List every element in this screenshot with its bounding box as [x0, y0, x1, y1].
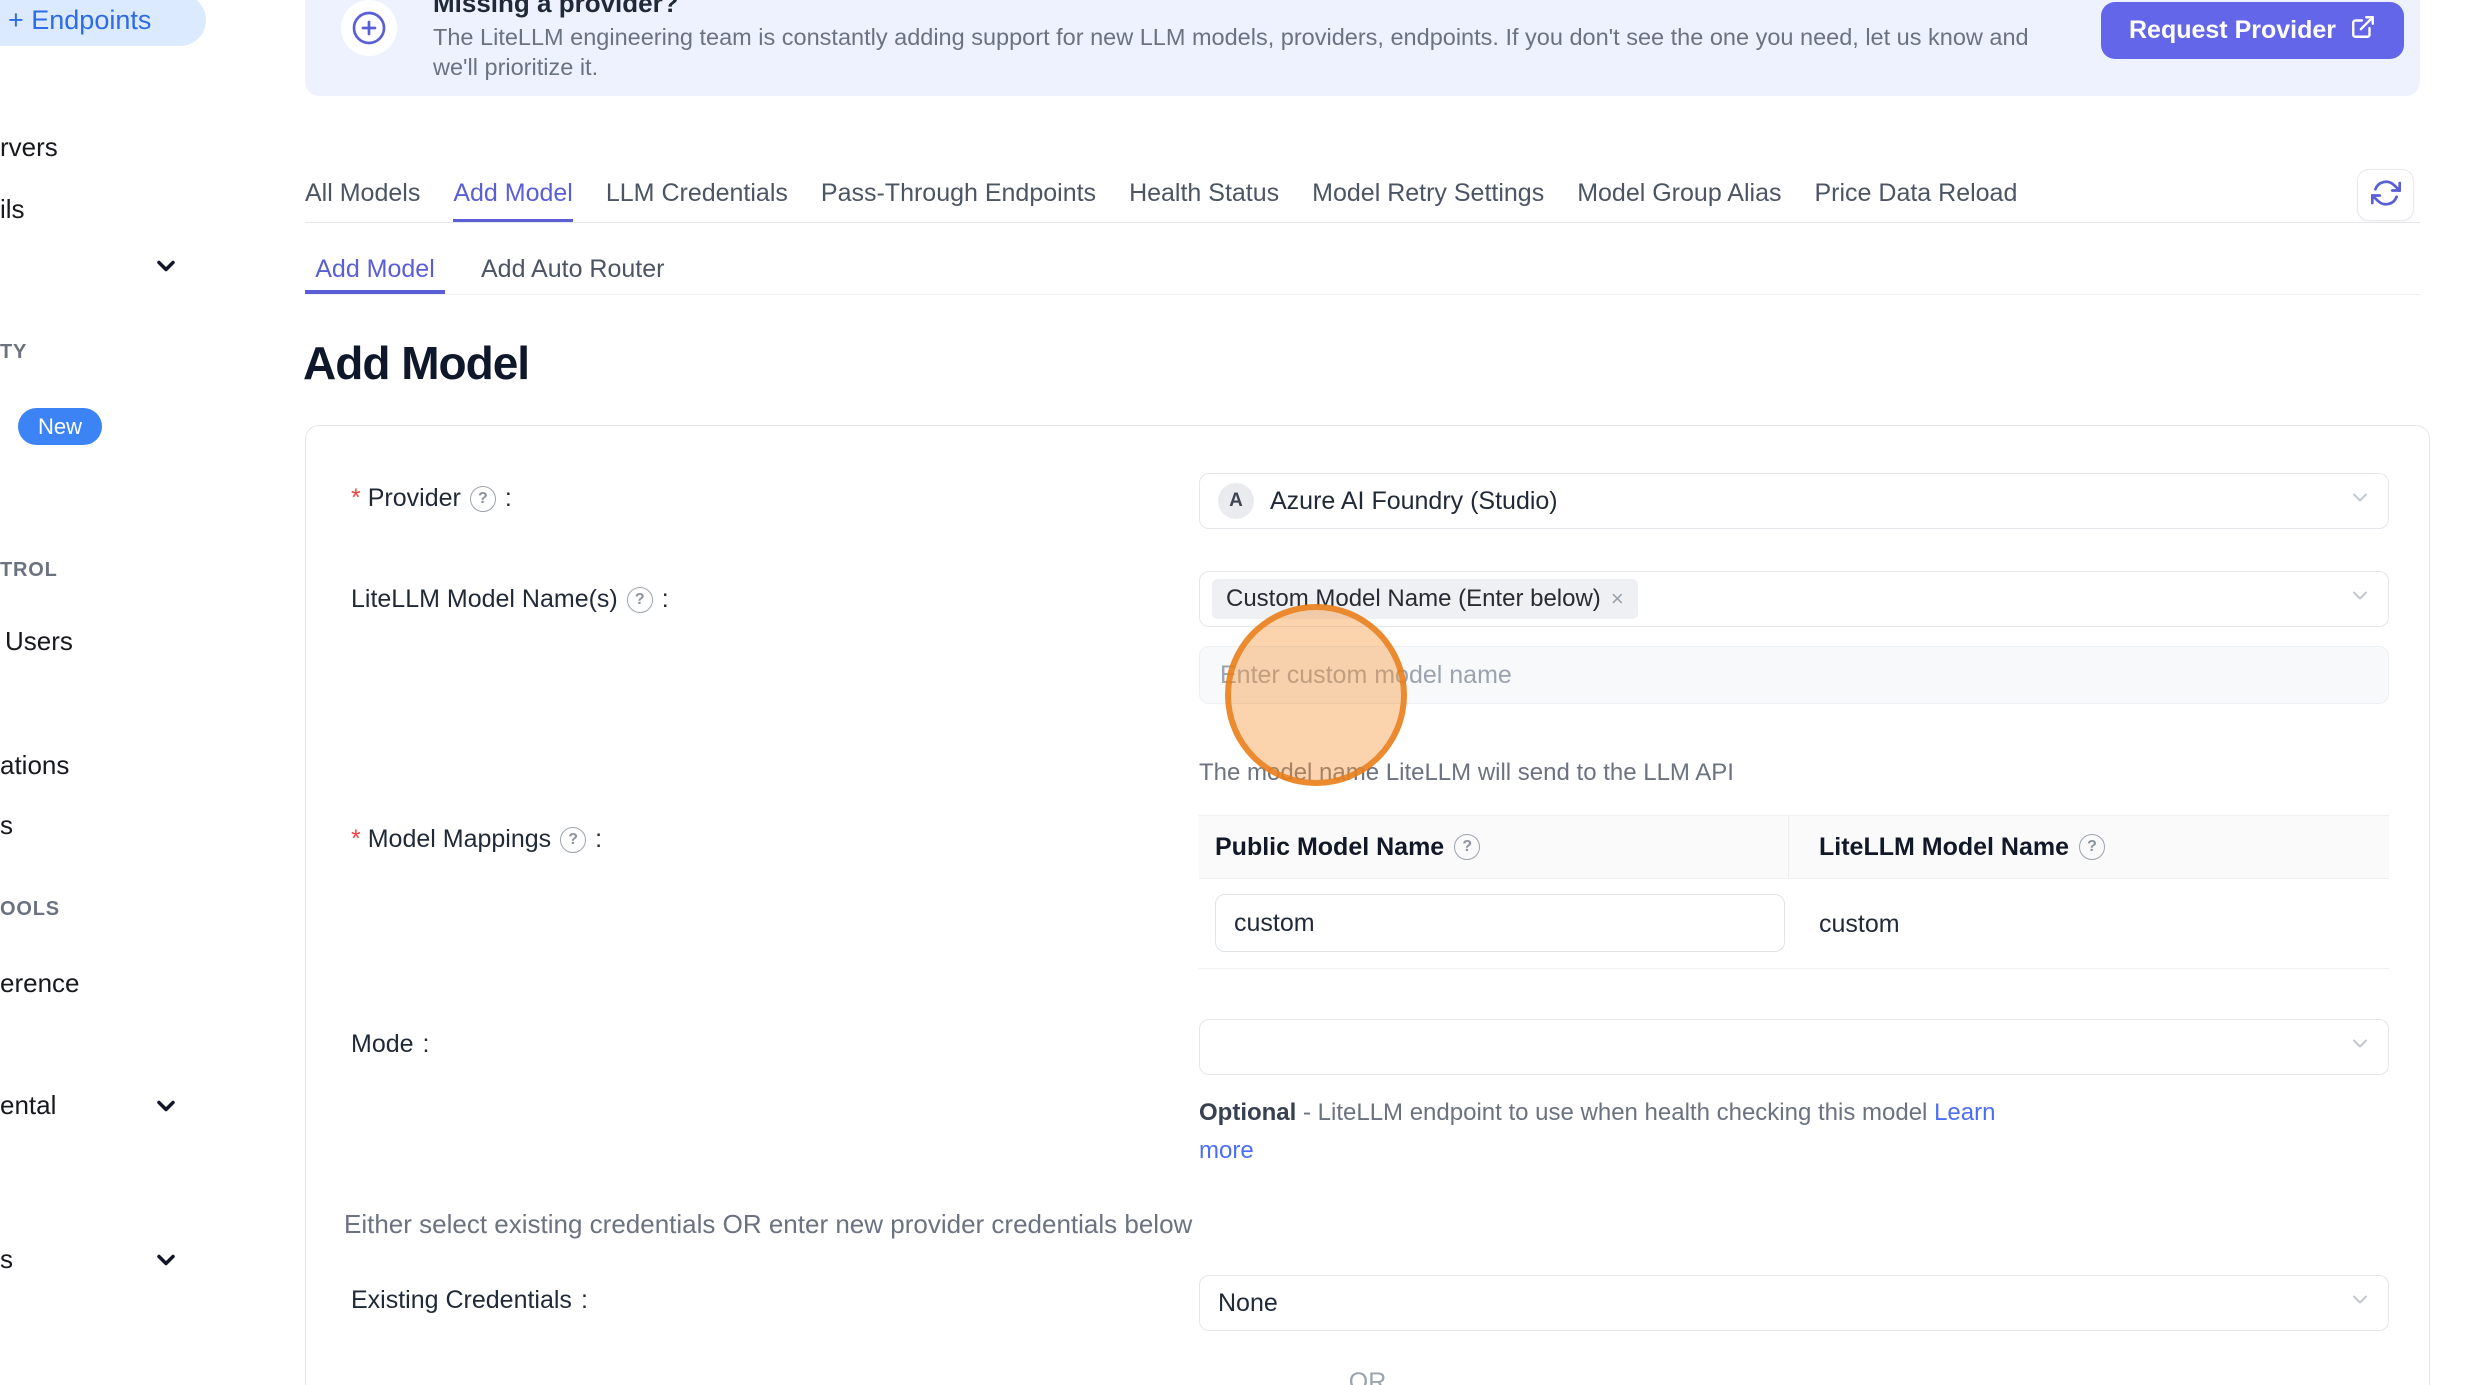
help-icon[interactable]: ?	[1454, 834, 1480, 860]
banner-body: The LiteLLM engineering team is constant…	[433, 22, 2029, 82]
sidebar: + Endpoints rvers ils TY New TROL Users …	[0, 0, 212, 1385]
sidebar-item-settings[interactable]: s	[0, 1244, 13, 1275]
help-icon[interactable]: ?	[2079, 834, 2105, 860]
sidebar-item-reference[interactable]: erence	[0, 968, 80, 999]
help-icon[interactable]: ?	[627, 587, 653, 613]
request-provider-button[interactable]: Request Provider	[2101, 2, 2404, 59]
subtab-add-auto-router[interactable]: Add Auto Router	[467, 245, 678, 294]
new-badge: New	[18, 408, 102, 445]
provider-value: Azure AI Foundry (Studio)	[1270, 487, 1558, 516]
required-asterisk: *	[351, 484, 361, 513]
or-divider: OR	[306, 1368, 2429, 1385]
missing-provider-banner: Missing a provider? The LiteLLM engineer…	[305, 0, 2420, 96]
chevron-down-icon[interactable]	[152, 1246, 180, 1274]
tab-price-data-reload[interactable]: Price Data Reload	[1814, 165, 2017, 222]
subtab-add-model[interactable]: Add Model	[305, 245, 445, 294]
sidebar-item-servers[interactable]: rvers	[0, 132, 58, 163]
sidebar-item-experimental[interactable]: ental	[0, 1090, 56, 1121]
banner-title: Missing a provider?	[433, 0, 679, 19]
sidebar-item-details[interactable]: ils	[0, 194, 25, 225]
chevron-down-icon	[2348, 486, 2372, 517]
public-model-name-header: Public Model Name ?	[1199, 816, 1789, 878]
litellm-model-name-header: LiteLLM Model Name ?	[1789, 816, 2389, 878]
model-mappings-label: * Model Mappings ? :	[351, 825, 602, 854]
tab-pass-through-endpoints[interactable]: Pass-Through Endpoints	[821, 165, 1096, 222]
sidebar-item-models-endpoints[interactable]: + Endpoints	[0, 0, 206, 46]
help-icon[interactable]: ?	[470, 486, 496, 512]
model-mappings-table: Public Model Name ? LiteLLM Model Name ?…	[1199, 815, 2389, 969]
refresh-button[interactable]	[2357, 169, 2414, 221]
model-name-tag[interactable]: Custom Model Name (Enter below) ×	[1212, 579, 1638, 619]
banner-body-line1: The LiteLLM engineering team is constant…	[433, 22, 2029, 52]
page-title: Add Model	[303, 336, 529, 390]
existing-credentials-value: None	[1218, 1289, 1278, 1318]
tab-model-retry-settings[interactable]: Model Retry Settings	[1312, 165, 1544, 222]
chevron-down-icon[interactable]	[152, 1092, 180, 1120]
sidebar-section-label: TROL	[0, 559, 58, 582]
plus-circle-icon	[341, 0, 397, 56]
litellm-model-name-value: custom	[1819, 879, 1900, 969]
sidebar-section-label: TY	[0, 341, 27, 364]
sidebar-item-organizations[interactable]: ations	[0, 750, 69, 781]
tab-health-status[interactable]: Health Status	[1129, 165, 1279, 222]
sidebar-item-label: + Endpoints	[8, 5, 151, 36]
existing-credentials-label: Existing Credentials :	[351, 1286, 588, 1315]
request-provider-label: Request Provider	[2129, 16, 2336, 45]
required-asterisk: *	[351, 825, 361, 854]
external-link-icon	[2350, 14, 2376, 47]
chevron-down-icon	[2348, 1032, 2372, 1063]
add-model-form-card: * Provider ? : A Azure AI Foundry (Studi…	[305, 425, 2430, 1385]
tab-llm-credentials[interactable]: LLM Credentials	[606, 165, 788, 222]
public-model-name-input[interactable]	[1215, 894, 1785, 952]
sidebar-section-label: OOLS	[0, 898, 60, 921]
mode-label: Mode :	[351, 1030, 430, 1059]
model-tabs: All Models Add Model LLM Credentials Pas…	[305, 165, 2420, 223]
mode-select[interactable]	[1199, 1019, 2389, 1075]
tab-all-models[interactable]: All Models	[305, 165, 420, 222]
add-model-subtabs: Add Model Add Auto Router	[305, 245, 2420, 295]
tab-add-model[interactable]: Add Model	[453, 165, 573, 222]
credentials-note: Either select existing credentials OR en…	[344, 1209, 1192, 1240]
existing-credentials-select[interactable]: None	[1199, 1275, 2389, 1331]
provider-label: * Provider ? :	[351, 484, 512, 513]
sidebar-item-teams[interactable]: s	[0, 810, 13, 841]
help-icon[interactable]: ?	[560, 827, 586, 853]
chevron-down-icon	[2348, 584, 2372, 615]
provider-select[interactable]: A Azure AI Foundry (Studio)	[1199, 473, 2389, 529]
chevron-down-icon[interactable]	[152, 252, 180, 280]
custom-model-help-text: The model name LiteLLM will send to the …	[1199, 759, 1734, 787]
table-row: custom	[1199, 879, 2389, 969]
model-names-select[interactable]: Custom Model Name (Enter below) ×	[1199, 571, 2389, 627]
chevron-down-icon	[2348, 1288, 2372, 1319]
model-names-label: LiteLLM Model Name(s) ? :	[351, 585, 669, 614]
mode-help-text: Optional - LiteLLM endpoint to use when …	[1199, 1094, 2019, 1170]
custom-model-name-input[interactable]	[1199, 646, 2389, 704]
litellm-admin-page: + Endpoints rvers ils TY New TROL Users …	[0, 0, 2477, 1385]
model-mappings-header: Public Model Name ? LiteLLM Model Name ?	[1199, 815, 2389, 879]
close-icon[interactable]: ×	[1611, 586, 1624, 612]
banner-body-line2: we'll prioritize it.	[433, 52, 2029, 82]
provider-avatar: A	[1218, 483, 1254, 519]
tab-model-group-alias[interactable]: Model Group Alias	[1577, 165, 1781, 222]
sidebar-item-users[interactable]: Users	[5, 626, 73, 657]
refresh-icon	[2371, 178, 2401, 213]
